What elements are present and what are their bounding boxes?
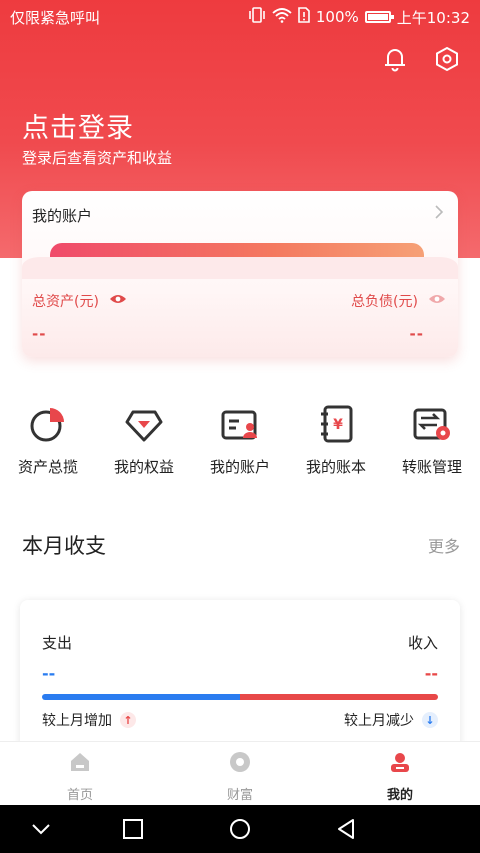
income-value: -- (424, 664, 438, 683)
monthly-section-title: 本月收支 (22, 534, 106, 558)
vibrate-icon (248, 7, 266, 27)
account-card-icon (220, 404, 260, 444)
eye-icon[interactable] (109, 293, 127, 309)
compare-increase-label: 较上月增加 (42, 713, 112, 729)
more-link[interactable]: 更多 (428, 533, 460, 557)
settings-icon[interactable] (434, 46, 460, 72)
account-card-slot (22, 257, 458, 279)
quick-action-label: 资产总揽 (17, 458, 78, 476)
carrier-text: 仅限紧急呼叫 (10, 8, 101, 27)
login-title[interactable]: 点击登录 (22, 106, 134, 145)
compare-decrease: 较上月减少 ↓ (344, 710, 438, 730)
compare-increase: 较上月增加 ↑ (42, 710, 136, 730)
chevron-right-icon (432, 203, 446, 221)
status-bar: 仅限紧急呼叫 100% 上午10:32 (0, 0, 480, 34)
nav-wealth[interactable]: 财富 (160, 750, 320, 803)
profile-icon (388, 750, 412, 774)
ledger-icon: ¥ (316, 404, 356, 444)
income-bar-fill (240, 694, 438, 700)
bottom-nav: 首页 财富 我的 (0, 741, 480, 805)
expense-value: -- (42, 664, 56, 683)
quick-action-transfer-management[interactable]: 转账管理 (384, 404, 480, 477)
nav-label: 我的 (386, 788, 413, 803)
pie-chart-icon (28, 404, 68, 444)
monthly-card[interactable]: 支出 收入 -- -- 较上月增加 ↑ 较上月减少 ↓ (20, 600, 460, 750)
compare-decrease-label: 较上月减少 (344, 713, 414, 729)
total-debt-value: -- (409, 325, 424, 343)
total-assets-value: -- (32, 325, 47, 343)
total-assets: 总资产(元) (32, 291, 127, 311)
eye-icon[interactable] (428, 293, 446, 309)
nav-label: 财富 (226, 788, 253, 803)
battery-icon (364, 11, 394, 23)
home-circle-icon[interactable] (229, 818, 251, 840)
transfer-icon (412, 404, 452, 444)
total-debt-label: 总负债(元) (351, 294, 418, 310)
clock: 上午10:32 (396, 8, 470, 27)
quick-action-label: 我的账本 (305, 458, 366, 476)
quick-action-label: 我的账户 (209, 458, 270, 476)
sim-alert-icon (298, 7, 310, 27)
system-nav-bar (0, 805, 480, 853)
total-assets-label: 总资产(元) (32, 294, 99, 310)
nav-profile[interactable]: 我的 (320, 750, 480, 803)
chevron-down-icon[interactable] (30, 818, 52, 840)
nav-label: 首页 (66, 788, 93, 803)
quick-action-label: 我的权益 (113, 458, 174, 476)
battery-percent: 100% (315, 8, 359, 26)
status-icons: 100% 上午10:32 (248, 7, 470, 28)
arrow-up-icon: ↑ (120, 712, 136, 728)
wealth-icon (228, 750, 252, 774)
gem-icon (124, 404, 164, 444)
total-debt: 总负债(元) (351, 291, 446, 311)
wifi-icon (272, 7, 292, 27)
back-icon[interactable] (336, 818, 358, 840)
quick-action-my-account[interactable]: 我的账户 (192, 404, 288, 477)
bell-icon[interactable] (382, 46, 408, 72)
quick-action-label: 转账管理 (401, 458, 462, 476)
header-actions (382, 46, 460, 72)
nav-home[interactable]: 首页 (0, 750, 160, 803)
quick-action-my-rights[interactable]: 我的权益 (96, 404, 192, 477)
expense-label: 支出 (42, 634, 73, 652)
svg-text:¥: ¥ (333, 417, 343, 433)
recent-apps-icon[interactable] (122, 818, 144, 840)
home-icon (68, 750, 92, 774)
quick-action-asset-overview[interactable]: 资产总揽 (0, 404, 96, 477)
account-card[interactable]: 我的账户 总资产(元) 总负债(元) -- -- (22, 191, 458, 357)
arrow-down-icon: ↓ (422, 712, 438, 728)
quick-action-my-ledger[interactable]: ¥ 我的账本 (288, 404, 384, 477)
expense-bar-fill (42, 694, 240, 700)
income-label: 收入 (407, 634, 438, 652)
account-card-title: 我的账户 (32, 207, 93, 225)
login-subtitle: 登录后查看资产和收益 (22, 149, 173, 167)
quick-actions: 资产总揽 我的权益 我的账户 ¥ 我的账本 转账管理 (0, 404, 480, 484)
income-expense-bar (42, 694, 438, 700)
